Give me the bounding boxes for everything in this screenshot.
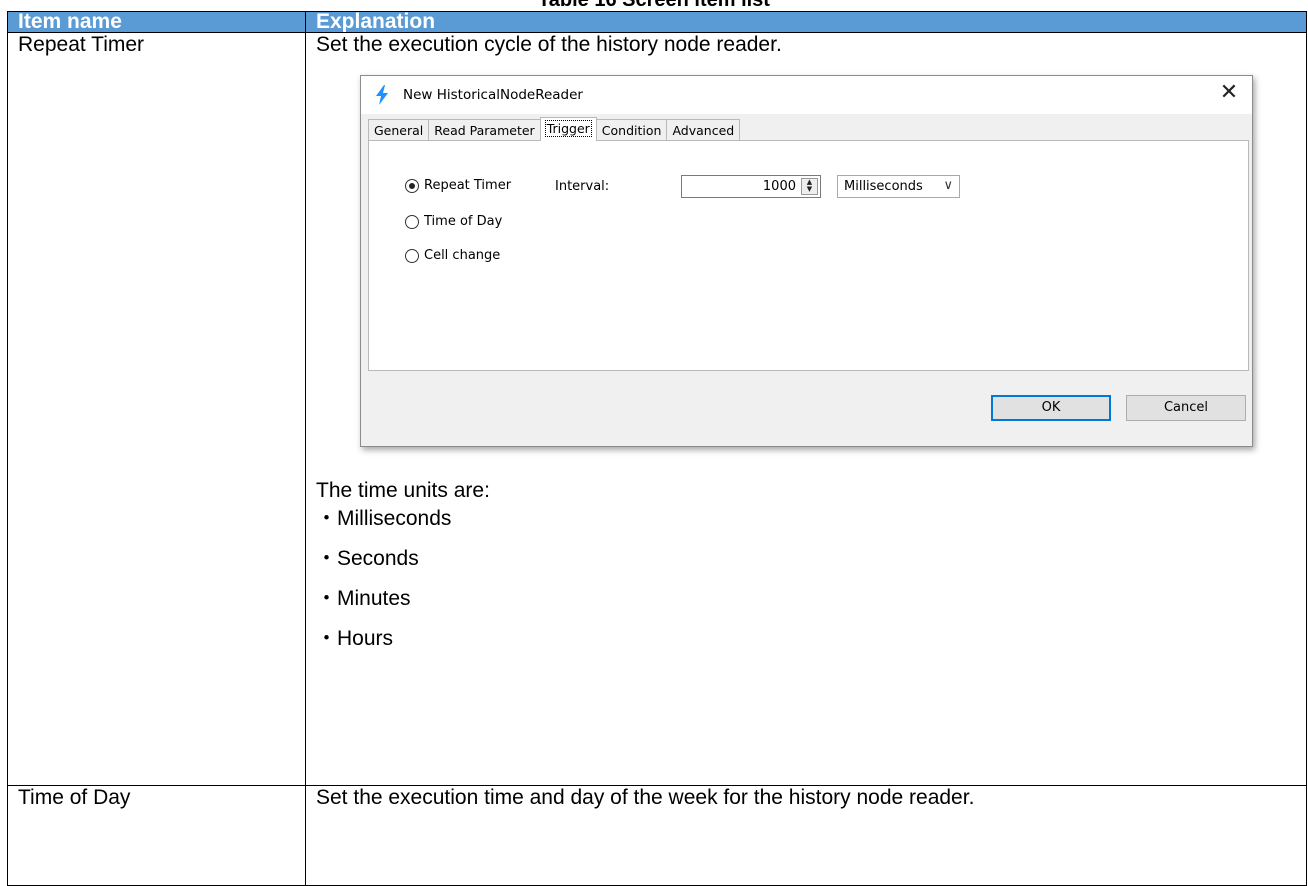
tab-condition[interactable]: Condition xyxy=(595,119,668,141)
radio-selected-icon xyxy=(405,179,419,193)
radio-repeat-timer-label: Repeat Timer xyxy=(424,178,512,193)
tab-general[interactable]: General xyxy=(368,119,430,141)
dialog-titlebar: New HistoricalNodeReader ✕ xyxy=(361,76,1252,114)
trigger-panel: Repeat Timer Time of Day Cell change Int… xyxy=(368,140,1249,371)
interval-stepper[interactable]: 1000 ▲ ▼ xyxy=(681,175,821,198)
interval-label: Interval: xyxy=(555,179,610,194)
tab-trigger-label: Trigger xyxy=(544,120,592,137)
cancel-button[interactable]: Cancel xyxy=(1126,395,1246,421)
radio-cell-change[interactable]: Cell change xyxy=(405,248,500,264)
dialog-title: New HistoricalNodeReader xyxy=(403,87,583,103)
spin-arrows-icon[interactable]: ▲ ▼ xyxy=(801,178,818,195)
time-unit-select[interactable]: Milliseconds ∨ xyxy=(837,175,960,198)
radio-cell-change-label: Cell change xyxy=(424,248,501,263)
interval-value: 1000 xyxy=(762,179,796,194)
radio-empty-icon xyxy=(405,249,419,263)
header-item-name: Item name xyxy=(7,11,306,33)
screen-item-table: Item name Explanation Repeat Timer Set t… xyxy=(7,11,1307,886)
explanation-text: Set the execution cycle of the history n… xyxy=(316,33,782,56)
table-header-row: Item name Explanation xyxy=(7,11,1307,33)
tab-read-parameter[interactable]: Read Parameter xyxy=(428,119,541,141)
tab-advanced[interactable]: Advanced xyxy=(666,119,741,141)
unit-item: ・Milliseconds xyxy=(316,507,452,530)
lightning-bolt-icon xyxy=(376,85,388,105)
unit-item: ・Seconds xyxy=(316,547,419,570)
table-row-repeat-timer: Repeat Timer Set the execution cycle of … xyxy=(7,32,1307,786)
tab-trigger[interactable]: Trigger xyxy=(539,117,597,141)
explanation-time-of-day: Set the execution time and day of the we… xyxy=(305,785,1307,886)
table-row-time-of-day: Time of Day Set the execution time and d… xyxy=(7,785,1307,886)
chevron-down-icon: ∨ xyxy=(943,178,953,193)
time-unit-value: Milliseconds xyxy=(844,179,923,194)
close-icon[interactable]: ✕ xyxy=(1218,82,1240,104)
dialog-tabs: General Read Parameter Trigger Condition… xyxy=(368,117,741,141)
radio-repeat-timer[interactable]: Repeat Timer xyxy=(405,178,511,194)
ok-button[interactable]: OK xyxy=(991,395,1111,421)
unit-item: ・Minutes xyxy=(316,587,411,610)
item-name-time-of-day: Time of Day xyxy=(7,785,306,886)
explanation-repeat-timer: Set the execution cycle of the history n… xyxy=(305,32,1307,786)
header-explanation: Explanation xyxy=(305,11,1307,33)
unit-item: ・Hours xyxy=(316,627,394,650)
units-intro: The time units are: xyxy=(316,479,490,502)
radio-empty-icon xyxy=(405,215,419,229)
item-name-repeat-timer: Repeat Timer xyxy=(7,32,306,786)
radio-time-of-day-label: Time of Day xyxy=(424,214,503,229)
radio-time-of-day[interactable]: Time of Day xyxy=(405,214,502,230)
new-historical-node-reader-dialog: New HistoricalNodeReader ✕ General Read … xyxy=(360,75,1253,447)
